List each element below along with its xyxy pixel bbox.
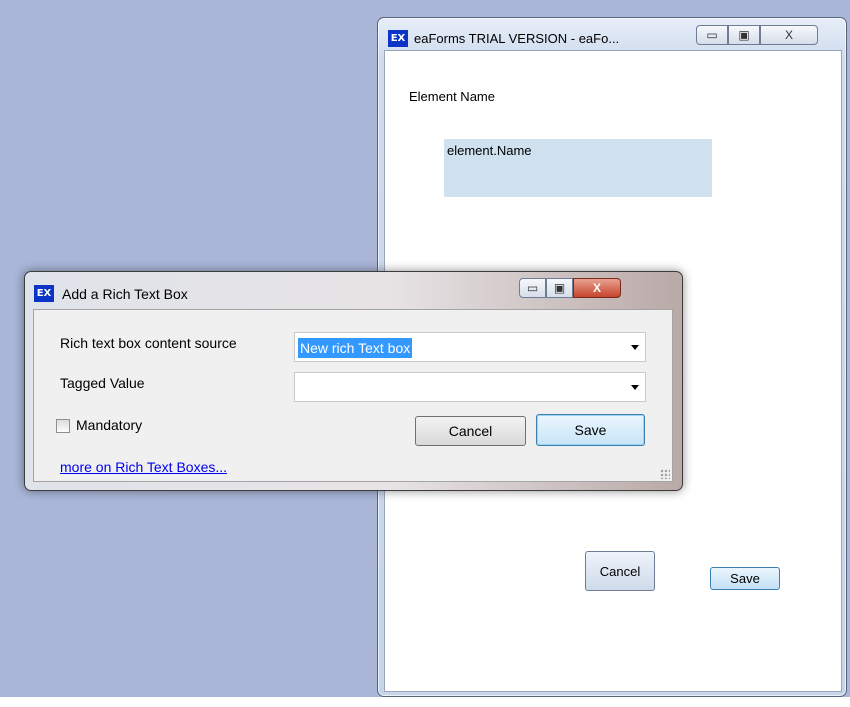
dialog-close-button[interactable]: X <box>573 278 621 298</box>
element-name-field[interactable]: element.Name <box>444 139 712 197</box>
dropdown-arrow-icon[interactable] <box>631 385 639 390</box>
tagged-value-label: Tagged Value <box>60 375 145 391</box>
ex-app-icon: EX <box>34 285 54 302</box>
add-rich-text-box-dialog[interactable]: EX Add a Rich Text Box ▭ ▣ X Rich text b… <box>24 271 683 491</box>
element-name-label: Element Name <box>409 89 495 104</box>
dialog-client-area: Rich text box content source New rich Te… <box>33 309 673 482</box>
back-cancel-button[interactable]: Cancel <box>585 551 655 591</box>
dialog-caption-buttons: ▭ ▣ X <box>519 278 621 298</box>
save-button[interactable]: Save <box>536 414 645 446</box>
tagged-value-combo[interactable] <box>294 372 646 402</box>
tagged-value-value <box>298 378 302 398</box>
dialog-maximize-button[interactable]: ▣ <box>546 278 573 298</box>
close-icon: X <box>592 281 601 295</box>
content-source-combo[interactable]: New rich Text box <box>294 332 646 362</box>
cancel-button[interactable]: Cancel <box>415 416 526 446</box>
content-source-label: Rich text box content source <box>60 335 237 351</box>
dropdown-arrow-icon[interactable] <box>631 345 639 350</box>
close-button[interactable]: X <box>760 25 818 45</box>
back-save-button[interactable]: Save <box>710 567 780 590</box>
resize-grip-icon[interactable] <box>660 469 670 479</box>
content-source-value: New rich Text box <box>298 338 413 358</box>
maximize-button[interactable]: ▣ <box>728 25 760 45</box>
caption-buttons: ▭ ▣ X <box>696 25 818 45</box>
dialog-titlebar[interactable]: EX Add a Rich Text Box <box>34 285 188 302</box>
mandatory-label[interactable]: Mandatory <box>76 417 142 433</box>
eaforms-titlebar[interactable]: EX eaForms TRIAL VERSION - eaFo... <box>388 26 619 50</box>
close-icon: X <box>784 28 793 42</box>
dialog-title: Add a Rich Text Box <box>62 285 188 302</box>
minimize-button[interactable]: ▭ <box>696 25 728 45</box>
maximize-icon: ▣ <box>553 281 566 295</box>
dialog-minimize-button[interactable]: ▭ <box>519 278 546 298</box>
minimize-icon: ▭ <box>706 28 718 42</box>
help-link[interactable]: more on Rich Text Boxes... <box>60 459 227 475</box>
ex-app-icon: EX <box>388 29 408 47</box>
maximize-icon: ▣ <box>738 28 750 42</box>
window-title: eaForms TRIAL VERSION - eaFo... <box>414 30 620 46</box>
mandatory-checkbox[interactable] <box>56 419 70 433</box>
minimize-icon: ▭ <box>526 281 539 295</box>
